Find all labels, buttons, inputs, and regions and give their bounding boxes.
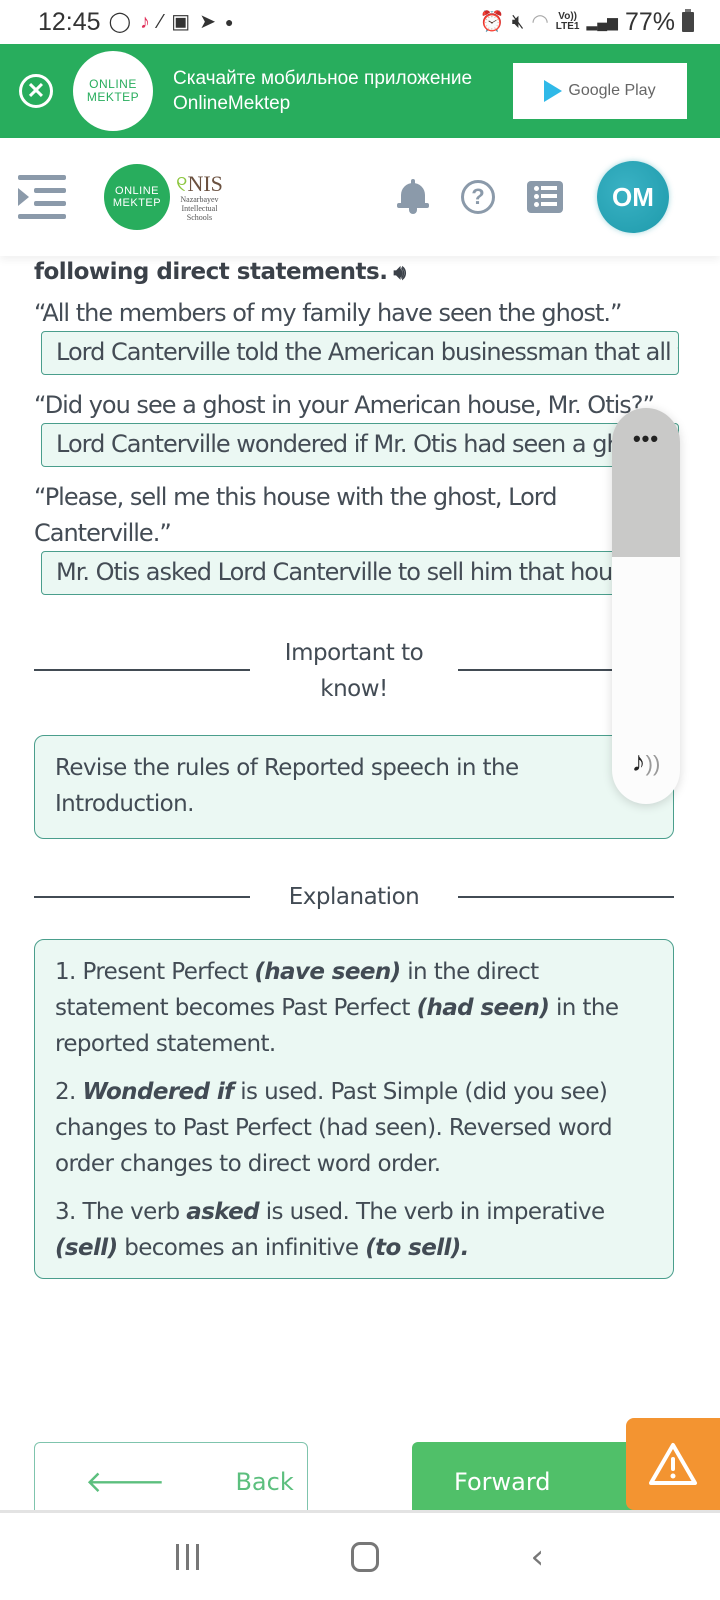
explanation-point-2: 2. Wondered if is used. Past Simple (did… xyxy=(55,1079,613,1177)
alarm-icon: ⏰ xyxy=(479,11,505,33)
header-logo-line-1: ONLINE xyxy=(115,185,159,197)
system-back-button[interactable]: ‹ xyxy=(530,1537,544,1577)
camera-icon: ▣ xyxy=(171,11,191,33)
lesson-content: following direct statements. 🔊︎ “All the… xyxy=(34,256,686,1279)
forward-label: Forward xyxy=(454,1468,551,1496)
direct-statement-3: “Please, sell me this house with the gho… xyxy=(34,483,557,547)
volume-more-options-button[interactable]: ••• xyxy=(612,426,680,452)
volte-lte-icon: Vo)) LTE1 xyxy=(556,12,580,32)
close-banner-button[interactable]: ✕ xyxy=(19,74,53,108)
divider-line xyxy=(458,896,674,898)
media-volume-icon[interactable]: ♪)) xyxy=(612,746,680,778)
onlinemektep-header-logo[interactable]: ONLINE MEKTEP xyxy=(104,164,170,230)
recent-apps-button[interactable] xyxy=(175,1543,199,1570)
google-play-label: Google Play xyxy=(568,82,656,99)
help-icon[interactable]: ? xyxy=(461,180,495,214)
notifications-bell-icon[interactable] xyxy=(397,179,429,215)
task-heading-text: following direct statements. xyxy=(34,259,388,285)
home-button[interactable] xyxy=(350,1541,379,1572)
status-bar: 12:45 ◯ ♪ ⁄ ▣ ➤ ● ⏰ 🔇︎ ◠ Vo)) LTE1 ▂▄▆ 7… xyxy=(0,0,720,44)
direct-statement-1: “All the members of my family have seen … xyxy=(34,299,622,327)
explanation-point-1: 1. Present Perfect (have seen) in the di… xyxy=(55,959,619,1057)
answer-field-2[interactable]: Lord Canterville wondered if Mr. Otis ha… xyxy=(41,423,679,467)
user-avatar[interactable]: OM xyxy=(597,161,669,233)
logo-line-2: MEKTEP xyxy=(86,90,140,104)
telegram-icon: ➤ xyxy=(199,11,216,33)
onlinemektep-logo: ONLINE MEKTEP xyxy=(73,51,153,131)
volume-slider[interactable] xyxy=(612,408,680,738)
explanation-point-3: 3. The verb asked is used. The verb in i… xyxy=(55,1199,605,1261)
close-icon: ✕ xyxy=(26,78,46,103)
task-heading: following direct statements. 🔊︎ xyxy=(34,259,686,285)
direct-statement-2: “Did you see a ghost in your American ho… xyxy=(34,391,655,419)
important-divider: Important to know! xyxy=(34,635,674,707)
banner-text: Скачайте мобильное приложение OnlineMekt… xyxy=(173,68,473,114)
battery-percent: 77% xyxy=(624,7,675,36)
whatsapp-icon: ◯ xyxy=(108,11,131,33)
google-play-button[interactable]: Google Play xyxy=(513,63,687,119)
wifi-icon: ◠ xyxy=(531,11,549,33)
app-header: ONLINE MEKTEP ୧NIS Nazarbayev Intellectu… xyxy=(0,138,720,256)
dot-icon: ● xyxy=(224,14,234,30)
divider-line xyxy=(34,896,250,898)
divider-line xyxy=(34,669,250,671)
status-time: 12:45 xyxy=(38,7,101,36)
important-title: Important to know! xyxy=(284,640,424,702)
answer-field-1[interactable]: Lord Canterville told the American busin… xyxy=(41,331,679,375)
nis-title: NIS xyxy=(187,170,223,196)
report-problem-button[interactable] xyxy=(626,1418,720,1510)
google-play-icon xyxy=(544,80,563,102)
system-navigation-bar: ‹ xyxy=(0,1510,720,1600)
warning-icon xyxy=(649,1443,697,1485)
explanation-box: 1. Present Perfect (have seen) in the di… xyxy=(34,939,674,1279)
menu-toggle-icon[interactable] xyxy=(18,175,66,219)
header-logo-line-2: MEKTEP xyxy=(112,197,162,209)
explanation-title: Explanation xyxy=(288,884,420,910)
answer-field-3[interactable]: Mr. Otis asked Lord Canterville to sell … xyxy=(41,551,679,595)
tiktok-icon: ♪ xyxy=(139,11,150,33)
explanation-divider: Explanation xyxy=(34,879,674,915)
nis-subtitle: Nazarbayev Intellectual Schools xyxy=(180,194,219,222)
lte-bottom: LTE1 xyxy=(555,21,580,32)
nis-leaf-icon: ୧ xyxy=(176,170,188,196)
arrow-left-icon: 🡐 xyxy=(85,1465,166,1500)
speaker-icon[interactable]: 🔊︎ xyxy=(393,260,406,284)
magic-wand-icon: ⁄ xyxy=(158,11,163,33)
volume-panel: ••• ♪)) xyxy=(612,408,680,804)
important-note: Revise the rules of Reported speech in t… xyxy=(34,735,674,839)
app-download-banner: ✕ ONLINE MEKTEP Скачайте мобильное прило… xyxy=(0,44,720,138)
back-label: Back xyxy=(235,1468,294,1496)
mute-icon: 🔇︎ xyxy=(511,11,525,33)
task-list-icon[interactable] xyxy=(527,181,563,213)
nis-logo: ୧NIS Nazarbayev Intellectual Schools xyxy=(176,170,223,222)
signal-icon: ▂▄▆ xyxy=(586,14,618,30)
battery-icon xyxy=(682,9,694,32)
